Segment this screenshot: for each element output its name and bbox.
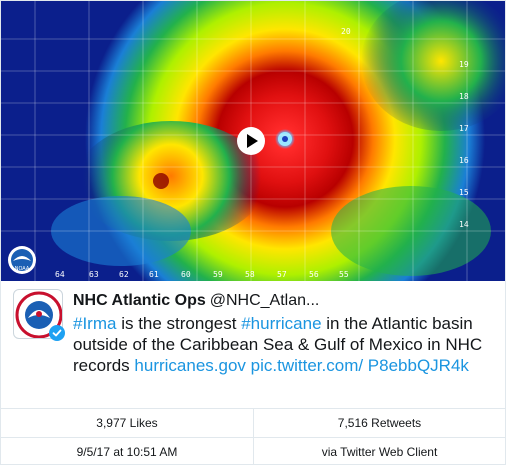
link-pic-twitter[interactable]: pic.twitter.com/ P8ebbQJR4k <box>246 356 469 375</box>
lat-label: 16 <box>459 156 469 165</box>
lon-label: 55 <box>339 270 349 279</box>
tweet-text: #Irma is the strongest #hurricane in the… <box>73 313 493 376</box>
lon-label: 64 <box>55 270 65 279</box>
play-icon[interactable] <box>237 127 265 155</box>
lat-label: 18 <box>459 92 469 101</box>
author-name[interactable]: NHC Atlantic Ops <box>73 292 206 309</box>
lat-label: 19 <box>459 60 469 69</box>
tweet-card: 64 63 62 61 60 59 58 57 56 55 20 19 18 1… <box>0 0 506 465</box>
hashtag-hurricane[interactable]: #hurricane <box>241 314 321 333</box>
verified-badge-icon <box>49 325 65 341</box>
tweet-text-part: is the strongest <box>116 314 242 333</box>
tweet-body: NHC Atlantic Ops @NHC_Atlan... #Irma is t… <box>1 281 505 407</box>
lat-label: 17 <box>459 124 469 133</box>
tweet-source: via Twitter Web Client <box>253 438 505 465</box>
lon-label: 63 <box>89 270 99 279</box>
satellite-image[interactable]: 64 63 62 61 60 59 58 57 56 55 20 19 18 1… <box>1 1 505 281</box>
lon-label: 59 <box>213 270 223 279</box>
engagement-row: 3,977 Likes 7,516 Retweets <box>1 408 505 438</box>
link-hurricanes-gov[interactable]: hurricanes.gov <box>134 356 246 375</box>
noaa-logo-icon: NOAA <box>8 246 36 274</box>
lat-label: 20 <box>341 27 351 36</box>
lon-label: 56 <box>309 270 319 279</box>
retweets-count[interactable]: 7,516 Retweets <box>253 409 505 438</box>
lon-label: 57 <box>277 270 287 279</box>
tweet-header: NHC Atlantic Ops @NHC_Atlan... <box>73 291 319 311</box>
author-handle[interactable]: @NHC_Atlan... <box>210 292 320 309</box>
lon-label: 61 <box>149 270 159 279</box>
timestamp[interactable]: 9/5/17 at 10:51 AM <box>1 438 253 465</box>
hashtag-irma[interactable]: #Irma <box>73 314 116 333</box>
lon-label: 58 <box>245 270 255 279</box>
svg-text:NOAA: NOAA <box>15 266 30 272</box>
lat-label: 15 <box>459 188 469 197</box>
lon-label: 60 <box>181 270 191 279</box>
lat-label: 14 <box>459 220 469 229</box>
lon-label: 62 <box>119 270 129 279</box>
meta-row: 9/5/17 at 10:51 AM via Twitter Web Clien… <box>1 437 505 465</box>
likes-count[interactable]: 3,977 Likes <box>1 409 253 438</box>
